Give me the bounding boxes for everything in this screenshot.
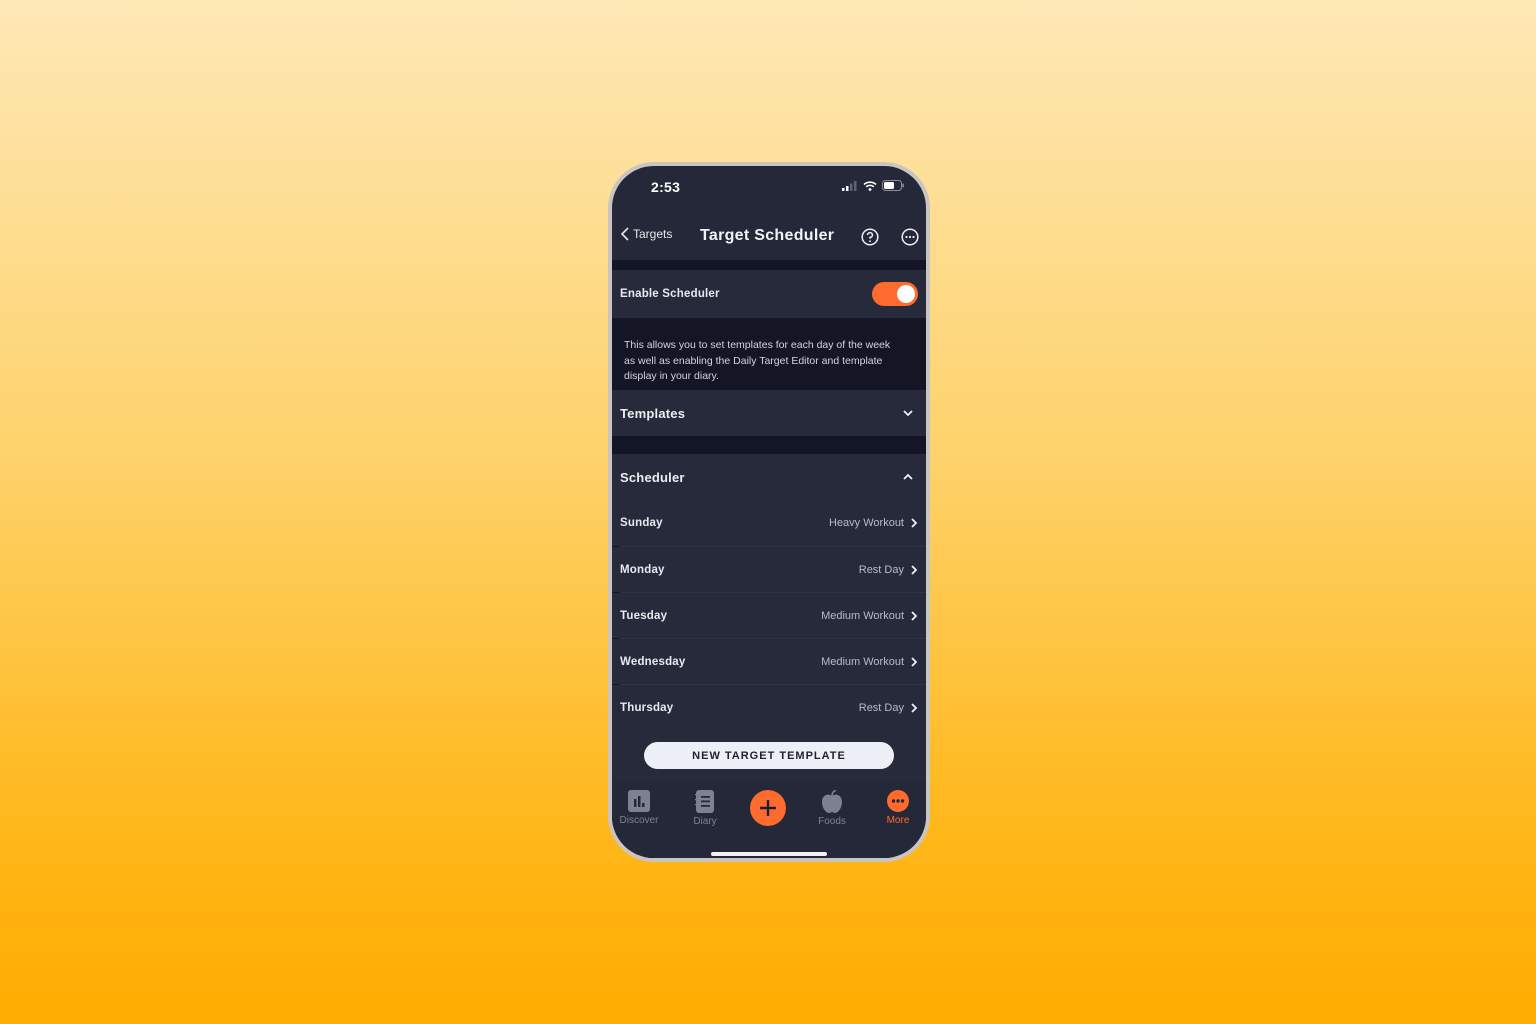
template-name: Rest Day [858,563,904,576]
status-time: 2:53 [651,179,681,195]
tab-label: More [886,815,910,826]
tab-bar: Discover Diary Foods More [612,780,926,858]
day-row-sunday[interactable]: Sunday Heavy Workout [612,500,926,546]
chevron-right-icon [911,610,918,621]
tab-label: Diary [693,816,717,827]
tab-foods[interactable]: Foods [802,790,862,827]
home-indicator[interactable] [711,852,827,856]
day-template: Heavy Workout [829,517,918,529]
templates-label: Templates [620,405,686,421]
chevron-down-icon [903,410,913,417]
chevron-right-icon [911,564,918,575]
back-label: Targets [633,227,673,241]
day-label: Thursday [620,701,674,714]
status-bar: 2:53 [612,166,926,210]
add-button[interactable] [750,790,786,826]
tab-more[interactable]: More [868,790,926,826]
tab-discover[interactable]: Discover [612,790,669,826]
more-options-button[interactable] [901,228,919,251]
template-name: Rest Day [858,701,904,714]
day-label: Tuesday [620,609,668,622]
day-row-tuesday[interactable]: Tuesday Medium Workout [612,593,926,638]
day-row-thursday[interactable]: Thursday Rest Day [612,685,926,730]
day-label: Monday [620,563,665,576]
scheduler-section-header[interactable]: Scheduler [612,454,926,500]
chevron-right-icon [911,656,918,667]
chevron-right-icon [911,518,918,528]
tab-label: Foods [818,816,846,827]
wifi-icon [863,180,877,191]
ellipsis-circle-icon [901,228,919,246]
day-template: Medium Workout [821,610,918,622]
new-target-template-button[interactable]: NEW TARGET TEMPLATE [644,742,894,769]
day-template: Medium Workout [821,656,918,668]
cellular-signal-icon [842,180,857,191]
bar-chart-icon [628,790,650,812]
chevron-up-icon [903,473,913,480]
nav-header: Targets Target Scheduler [612,218,926,258]
tab-diary[interactable]: Diary [675,790,735,827]
template-name: Medium Workout [821,609,904,622]
app-screen: 2:53 Targets Target Scheduler Enable Sch… [612,166,926,858]
scheduler-description: This allows you to set templates for eac… [624,339,891,382]
enable-scheduler-label: Enable Scheduler [620,288,720,300]
toggle-knob [897,285,915,303]
templates-section-header[interactable]: Templates [612,390,926,436]
enable-scheduler-row: Enable Scheduler [612,270,926,318]
battery-icon [882,180,904,191]
day-label: Sunday [620,517,663,529]
back-button[interactable]: Targets [620,227,672,241]
day-label: Wednesday [620,655,686,668]
template-name: Heavy Workout [829,517,904,529]
question-circle-icon [861,228,879,246]
chevron-left-icon [620,227,629,241]
plus-icon [760,800,776,816]
more-dots-icon [887,790,909,812]
template-name: Medium Workout [821,655,904,668]
page-title: Target Scheduler [700,227,835,244]
help-button[interactable] [861,228,879,251]
tab-label: Discover [619,815,659,826]
status-icons [842,180,904,191]
day-template: Rest Day [859,564,918,576]
phone-frame: 2:53 Targets Target Scheduler Enable Sch… [608,162,930,862]
apple-icon [822,790,842,813]
enable-scheduler-toggle[interactable] [872,282,918,306]
chevron-right-icon [911,702,918,713]
day-template: Rest Day [859,702,918,714]
day-row-wednesday[interactable]: Wednesday Medium Workout [612,639,926,684]
day-row-monday[interactable]: Monday Rest Day [612,547,926,592]
notebook-icon [695,790,714,813]
scheduler-label: Scheduler [620,469,685,485]
